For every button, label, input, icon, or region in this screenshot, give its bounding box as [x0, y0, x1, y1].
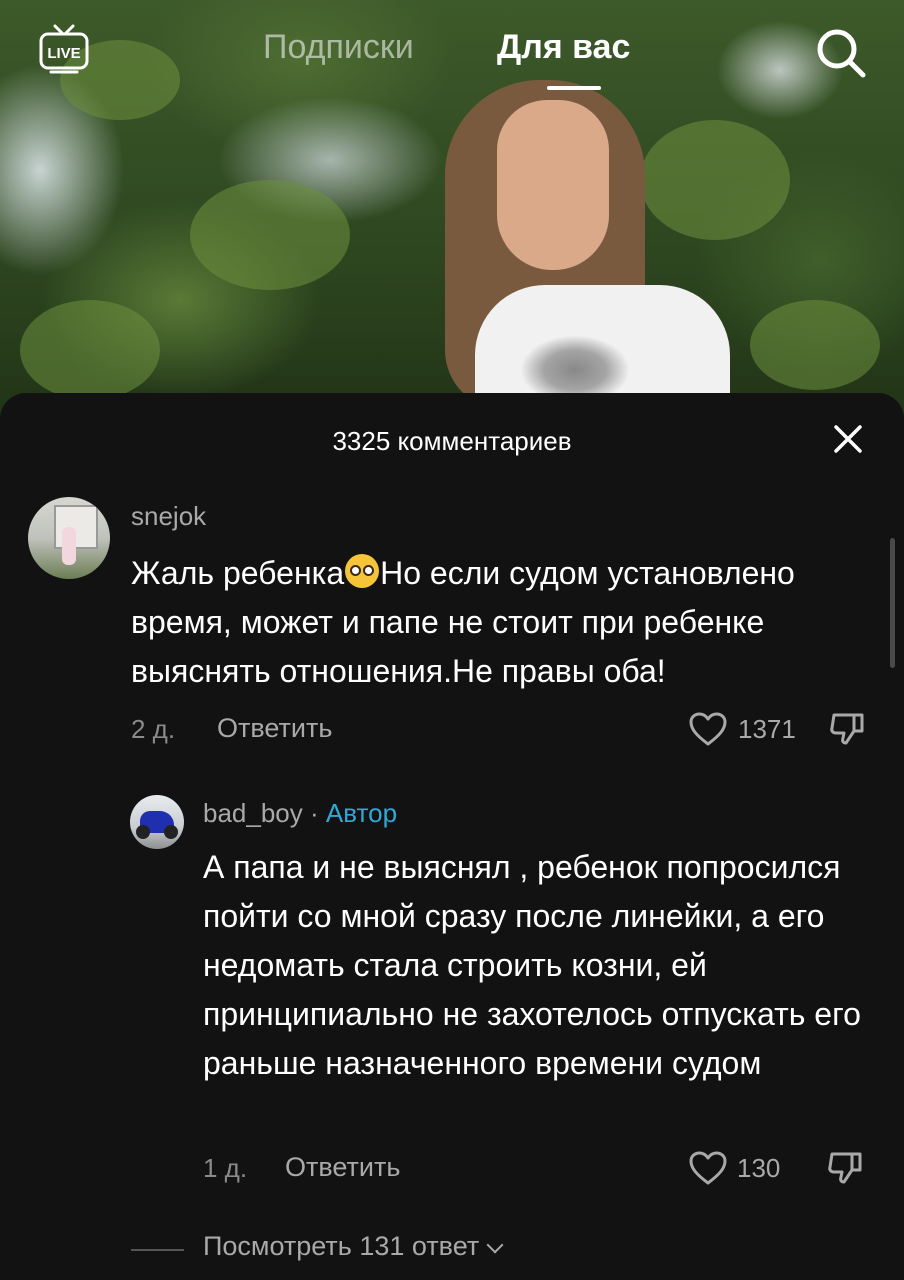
like-count: 1371 — [738, 714, 796, 744]
avatar[interactable] — [130, 795, 184, 849]
comment-age: 1 д. — [203, 1153, 248, 1183]
comment-text-part: Жаль ребенка — [131, 555, 345, 591]
search-icon[interactable] — [813, 25, 869, 81]
close-icon[interactable] — [830, 421, 866, 457]
avatar[interactable] — [28, 497, 110, 579]
heart-icon[interactable] — [688, 711, 728, 747]
top-navigation: LIVE Подписки Для вас — [0, 0, 904, 100]
heart-icon[interactable] — [688, 1150, 728, 1186]
comments-count-title: 3325 комментариев — [332, 426, 572, 456]
reply-button[interactable]: Ответить — [285, 1152, 400, 1183]
scrollbar[interactable] — [890, 538, 895, 668]
pleading-face-emoji-icon — [345, 554, 380, 588]
chevron-down-icon — [486, 1236, 504, 1254]
live-label: LIVE — [47, 45, 80, 62]
reply-button[interactable]: Ответить — [217, 713, 332, 744]
reply-username-line: bad_boy · Автор — [203, 798, 397, 829]
tab-for-you[interactable]: Для вас — [497, 28, 630, 67]
author-badge: Автор — [325, 798, 398, 828]
like-count: 130 — [737, 1153, 781, 1183]
dislike-icon[interactable] — [828, 709, 868, 747]
separator-dot: · — [310, 798, 319, 828]
video-person — [445, 80, 735, 420]
divider — [131, 1249, 184, 1251]
comment-username[interactable]: bad_boy — [203, 798, 303, 828]
comments-sheet: 3325 комментариев snejok Жаль ребенка Но … — [0, 393, 904, 1280]
comment-text: А папа и не выяснял , ребенок попросился… — [203, 849, 861, 1081]
tab-following[interactable]: Подписки — [263, 28, 414, 67]
comment-text: Жаль ребенка Но если судом установлено вр… — [131, 549, 876, 696]
comment-username[interactable]: snejok — [131, 501, 206, 532]
comment-age: 2 д. — [131, 714, 176, 744]
view-replies-label: Посмотреть 131 ответ — [203, 1231, 480, 1261]
dislike-icon[interactable] — [826, 1148, 866, 1186]
active-tab-indicator — [547, 86, 601, 90]
view-replies-button[interactable]: Посмотреть 131 ответ — [203, 1231, 504, 1262]
live-tv-icon[interactable]: LIVE — [37, 22, 91, 76]
